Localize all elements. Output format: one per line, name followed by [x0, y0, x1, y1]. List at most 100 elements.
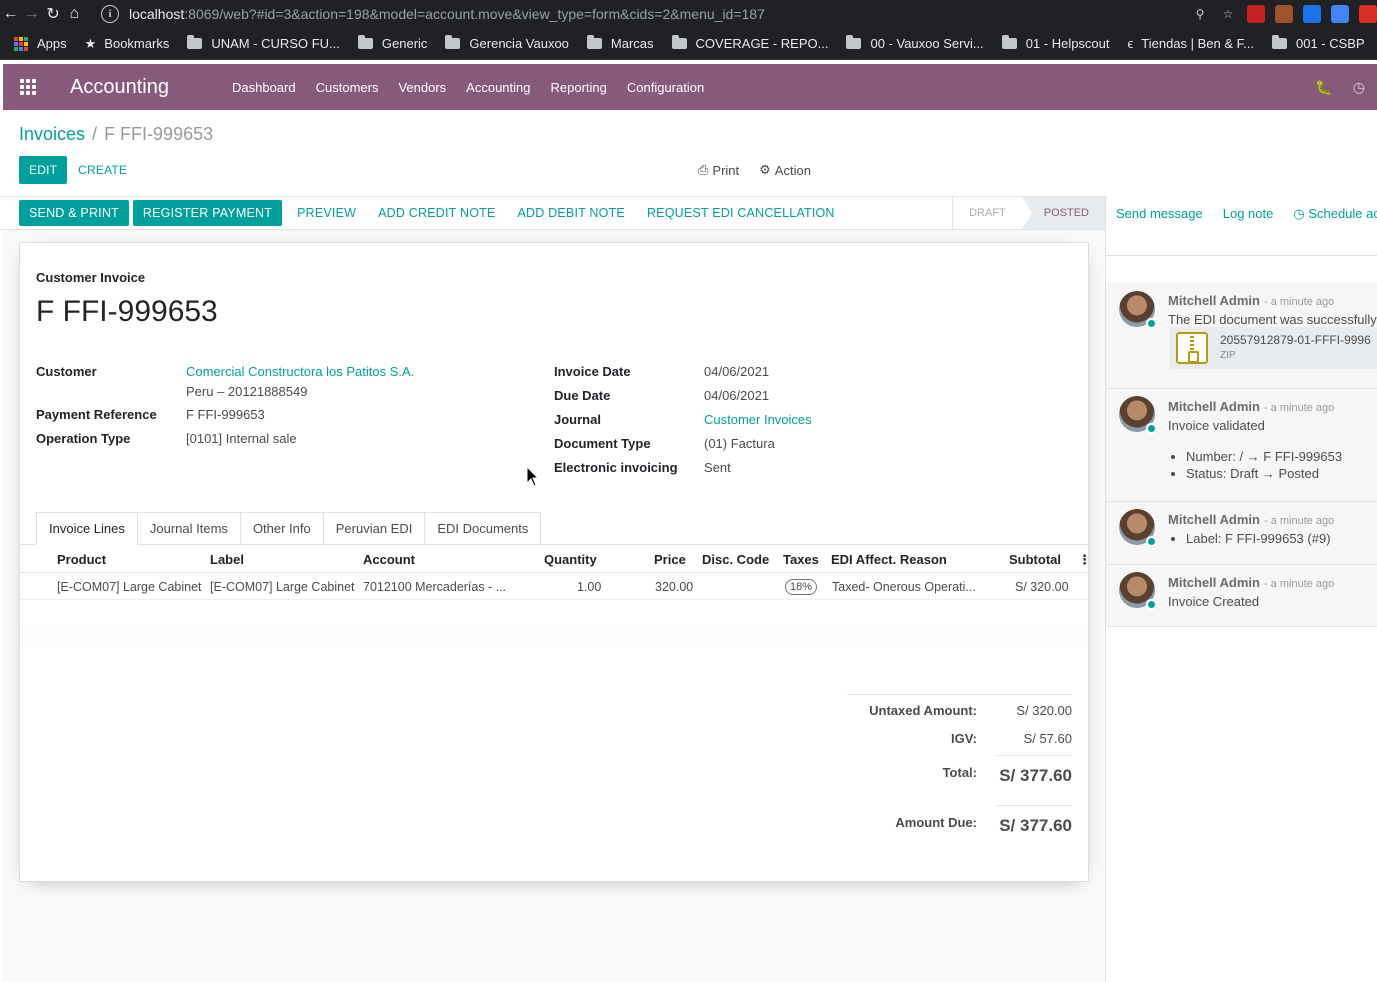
message-author[interactable]: Mitchell Admin - a minute ago — [1168, 293, 1334, 308]
send-print-button[interactable]: SEND & PRINT — [19, 200, 129, 226]
bug-icon[interactable]: 🐛 — [1315, 79, 1332, 96]
field-label: Customer — [36, 364, 97, 379]
col-label[interactable]: Label — [210, 552, 244, 567]
add-debit-note-button[interactable]: ADD DEBIT NOTE — [507, 200, 636, 226]
attachment-card[interactable]: 20557912879-01-FFFI-9996 ZIP — [1170, 327, 1377, 369]
extension-icon[interactable] — [1247, 5, 1265, 23]
preview-button[interactable]: PREVIEW — [286, 200, 367, 226]
menu-configuration[interactable]: Configuration — [617, 80, 714, 95]
bookmark-folder[interactable]: 01 - Helpscout — [1001, 35, 1110, 51]
avatar[interactable] — [1119, 509, 1157, 547]
bookmark-folder[interactable]: UNAM - CURSO FU... — [187, 35, 340, 51]
message-author[interactable]: Mitchell Admin - a minute ago — [1168, 399, 1334, 414]
column-options-icon[interactable]: ⋮ — [1078, 552, 1091, 568]
tab-invoice-lines[interactable]: Invoice Lines — [36, 512, 138, 545]
forward-icon[interactable]: → — [21, 0, 42, 28]
apps-menu-icon[interactable] — [3, 64, 53, 110]
action-dropdown[interactable]: ⚙ Action — [759, 162, 811, 178]
home-icon[interactable]: ⌂ — [64, 0, 85, 28]
print-dropdown[interactable]: ⎙ Print — [698, 162, 739, 178]
col-edi-affect-reason[interactable]: EDI Affect. Reason — [831, 552, 947, 567]
message-author[interactable]: Mitchell Admin - a minute ago — [1168, 512, 1334, 527]
tax-badge: 18% — [785, 579, 818, 595]
bookmark-folder[interactable]: 00 - Vauxoo Servi... — [846, 35, 984, 51]
customer-link[interactable]: Comercial Constructora los Patitos S.A. — [186, 364, 414, 379]
clock-icon: ◷ — [1293, 206, 1305, 221]
back-icon[interactable]: ← — [0, 0, 21, 28]
menu-customers[interactable]: Customers — [306, 80, 389, 95]
tab-edi-documents[interactable]: EDI Documents — [424, 512, 542, 545]
bookmark-site[interactable]: ϵ Tiendas | Ben & F... — [1128, 36, 1254, 51]
cell-subtotal: S/ 320.00 — [1015, 580, 1069, 594]
totals-divider — [997, 755, 1072, 756]
col-taxes[interactable]: Taxes — [783, 552, 819, 567]
bookmark-folder[interactable]: Gerencia Vauxoo — [445, 35, 569, 51]
key-icon[interactable]: ⚲ — [1191, 5, 1209, 23]
stage-posted: POSTED — [1021, 197, 1105, 229]
col-quantity[interactable]: Quantity — [544, 552, 597, 567]
extension-icon[interactable] — [1331, 5, 1349, 23]
col-account[interactable]: Account — [363, 552, 415, 567]
bookmark-folder[interactable]: Generic — [357, 35, 427, 51]
breadcrumb-invoices[interactable]: Invoices — [19, 124, 85, 144]
message-body: Invoice validated — [1168, 418, 1265, 433]
print-icon: ⎙ — [698, 162, 709, 177]
field-value: 04/06/2021 — [704, 364, 770, 379]
field-label: Journal — [554, 412, 601, 427]
menu-vendors[interactable]: Vendors — [388, 80, 456, 95]
menu-dashboard[interactable]: Dashboard — [222, 80, 306, 95]
tab-journal-items[interactable]: Journal Items — [136, 512, 241, 545]
log-note-button[interactable]: Log note — [1223, 206, 1274, 221]
col-disc-code[interactable]: Disc. Code — [702, 552, 769, 567]
bookmark-folder[interactable]: COVERAGE - REPO... — [671, 35, 828, 51]
bookmark-apps[interactable]: Apps — [14, 36, 67, 51]
field-label: Due Date — [554, 388, 611, 403]
avatar[interactable] — [1119, 572, 1157, 610]
bookmark-folder[interactable]: Marcas — [586, 35, 654, 51]
request-edi-cancellation-button[interactable]: REQUEST EDI CANCELLATION — [636, 200, 846, 226]
extension-icon[interactable] — [1359, 5, 1377, 23]
bookmark-folder[interactable]: 001 - CSBP — [1272, 35, 1365, 51]
message-author[interactable]: Mitchell Admin - a minute ago — [1168, 575, 1334, 590]
avatar[interactable] — [1119, 396, 1157, 434]
extension-icon[interactable] — [1275, 5, 1293, 23]
tab-other-info[interactable]: Other Info — [239, 512, 324, 545]
add-credit-note-button[interactable]: ADD CREDIT NOTE — [367, 200, 506, 226]
star-icon[interactable]: ☆ — [1219, 5, 1237, 23]
tab-peruvian-edi[interactable]: Peruvian EDI — [322, 512, 426, 545]
extension-icon[interactable] — [1303, 5, 1321, 23]
register-payment-button[interactable]: REGISTER PAYMENT — [132, 200, 283, 226]
col-subtotal[interactable]: Subtotal — [1009, 552, 1061, 567]
field-value: [0101] Internal sale — [186, 431, 297, 446]
reload-icon[interactable]: ↻ — [43, 0, 64, 28]
clock-icon[interactable]: ◷ — [1353, 79, 1365, 96]
app-title[interactable]: Accounting — [70, 76, 222, 99]
col-price[interactable]: Price — [654, 552, 686, 567]
field-electronic-invoicing: Electronic invoicing Sent — [554, 460, 731, 475]
menu-reporting[interactable]: Reporting — [541, 80, 617, 95]
table-empty-row — [20, 624, 1088, 648]
total-label: Total: — [942, 765, 977, 780]
folder-icon — [357, 35, 373, 49]
schedule-activity-button[interactable]: ◷ Schedule ac — [1293, 206, 1377, 222]
col-product[interactable]: Product — [57, 552, 106, 567]
bookmark-bookmarks[interactable]: ★ Bookmarks — [85, 36, 170, 52]
online-status-icon — [1146, 423, 1157, 434]
igv-label: IGV: — [950, 731, 977, 746]
avatar[interactable] — [1119, 291, 1157, 329]
journal-link[interactable]: Customer Invoices — [704, 412, 812, 427]
edit-button[interactable]: EDIT — [19, 156, 68, 184]
table-row[interactable]: [E-COM07] Large Cabinet [E-COM07] Large … — [20, 573, 1088, 600]
create-button[interactable]: CREATE — [67, 156, 138, 184]
menu-accounting[interactable]: Accounting — [456, 80, 540, 95]
send-message-button[interactable]: Send message — [1116, 206, 1203, 221]
site-info-icon[interactable]: i — [101, 5, 119, 23]
address-bar[interactable]: i localhost:8069/web?#id=3&action=198&mo… — [93, 1, 1183, 27]
tracking-list: Label: F FFI-999653 (#9) — [1186, 531, 1331, 548]
author-name: Mitchell Admin — [1168, 512, 1260, 527]
field-value: 04/06/2021 — [704, 388, 770, 403]
message-date: - a minute ago — [1263, 515, 1335, 527]
tracking-item: Label: F FFI-999653 (#9) — [1186, 531, 1331, 546]
bookmark-label: Tiendas | Ben & F... — [1141, 36, 1254, 51]
gear-icon: ⚙ — [759, 162, 771, 177]
